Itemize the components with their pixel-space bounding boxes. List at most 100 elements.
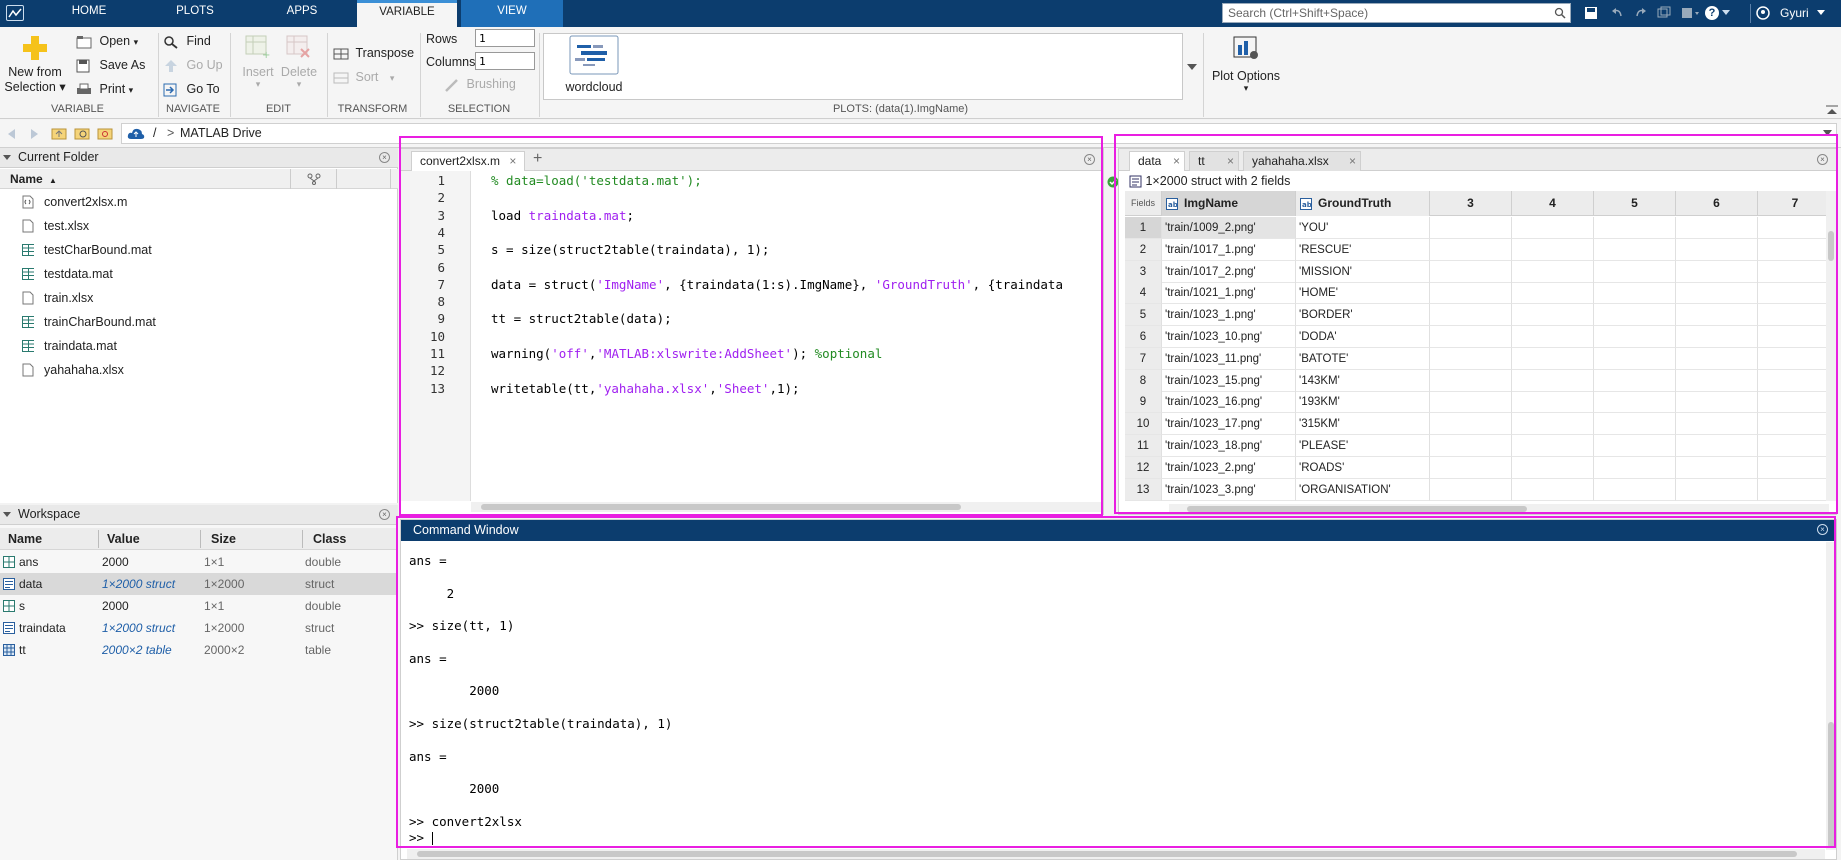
column-value[interactable]: Value — [107, 528, 140, 550]
column-size[interactable]: Size — [211, 528, 236, 550]
new-tab-button[interactable]: + — [533, 150, 542, 168]
save-as-button[interactable]: Save As — [76, 58, 145, 73]
empty-cell[interactable] — [1594, 347, 1676, 370]
empty-cell[interactable] — [1430, 326, 1512, 348]
empty-cell[interactable] — [1512, 391, 1594, 414]
close-tab-icon[interactable]: × — [509, 154, 516, 168]
command-vscrollbar[interactable] — [1826, 542, 1836, 850]
column-header[interactable]: ab GroundTruth — [1296, 191, 1430, 216]
row-header[interactable]: 6 — [1125, 326, 1162, 348]
panel-actions-icon[interactable]: × — [1084, 154, 1095, 165]
cell-imgname[interactable]: 'train/1023_18.png' — [1162, 435, 1296, 457]
browse-folder-icon[interactable] — [74, 126, 90, 140]
new-from-selection-button[interactable]: New from Selection ▾ — [4, 32, 66, 100]
cell-groundtruth[interactable]: 'ROADS' — [1296, 456, 1430, 479]
empty-cell[interactable] — [1758, 413, 1830, 436]
empty-cell[interactable] — [1758, 370, 1830, 392]
workspace-row[interactable]: traindata 1×2000 struct 1×2000 struct — [0, 617, 398, 639]
command-hscrollbar[interactable] — [407, 849, 1825, 859]
empty-cell[interactable] — [1512, 238, 1594, 261]
empty-cell[interactable] — [1676, 435, 1758, 457]
empty-cell[interactable] — [1512, 326, 1594, 348]
empty-cell[interactable] — [1594, 478, 1676, 501]
command-output[interactable]: ans = 2 >> size(tt, 1) ans = 2000 >> size(s… — [401, 542, 1821, 848]
empty-cell[interactable] — [1758, 435, 1830, 457]
rows-input[interactable] — [475, 29, 535, 47]
empty-cell[interactable] — [1676, 304, 1758, 327]
empty-cell[interactable] — [1594, 369, 1676, 392]
folder-list-item[interactable]: yahahaha.xlsx — [0, 358, 398, 382]
empty-cell[interactable] — [1594, 217, 1676, 239]
empty-cell[interactable] — [1512, 282, 1594, 305]
scroll-thumb[interactable] — [1828, 722, 1834, 848]
search-input[interactable]: Search (Ctrl+Shift+Space) — [1222, 3, 1571, 23]
search-folder-icon[interactable] — [97, 126, 113, 140]
scroll-thumb[interactable] — [481, 504, 961, 510]
row-header[interactable]: 4 — [1125, 282, 1162, 305]
sort-button[interactable]: Sort ▾ — [333, 70, 394, 85]
empty-cell[interactable] — [1430, 391, 1512, 414]
collapse-toolstrip-icon[interactable] — [1826, 105, 1838, 115]
empty-cell[interactable] — [1512, 413, 1594, 436]
undo-icon[interactable] — [1610, 6, 1624, 20]
cell-groundtruth[interactable]: 'BATOTE' — [1296, 347, 1430, 370]
git-branch-icon[interactable] — [307, 173, 321, 185]
empty-cell[interactable] — [1676, 369, 1758, 392]
column-class[interactable]: Class — [313, 528, 346, 550]
empty-cell[interactable] — [1430, 217, 1512, 239]
empty-cell[interactable] — [1430, 435, 1512, 457]
cell-groundtruth[interactable]: '193KM' — [1296, 391, 1430, 414]
scroll-thumb[interactable] — [1187, 506, 1527, 512]
collapse-icon[interactable] — [3, 512, 11, 518]
path-dropdown-icon[interactable] — [1823, 130, 1832, 137]
empty-cell[interactable] — [1594, 413, 1676, 436]
empty-cell[interactable] — [1430, 369, 1512, 392]
row-header[interactable]: 9 — [1125, 391, 1162, 414]
empty-cell[interactable] — [1676, 456, 1758, 479]
command-prompt[interactable]: >> — [409, 830, 433, 846]
panel-actions-icon[interactable]: × — [379, 152, 390, 163]
column-header[interactable]: 3 — [1430, 191, 1512, 216]
cell-groundtruth[interactable]: 'DODA' — [1296, 326, 1430, 348]
column-header[interactable]: 5 — [1594, 191, 1676, 216]
redo-icon[interactable] — [1634, 6, 1648, 20]
row-header[interactable]: 5 — [1125, 304, 1162, 327]
user-dropdown-icon[interactable] — [1817, 10, 1825, 16]
cell-imgname[interactable]: 'train/1023_16.png' — [1162, 391, 1296, 414]
empty-cell[interactable] — [1758, 457, 1830, 479]
empty-cell[interactable] — [1676, 347, 1758, 370]
row-header[interactable]: 10 — [1125, 413, 1162, 436]
scroll-thumb[interactable] — [417, 851, 1797, 857]
empty-cell[interactable] — [1430, 413, 1512, 436]
empty-cell[interactable] — [1512, 478, 1594, 501]
empty-cell[interactable] — [1512, 217, 1594, 239]
cell-groundtruth[interactable]: 'ORGANISATION' — [1296, 478, 1430, 501]
fields-corner[interactable]: Fields — [1125, 191, 1162, 216]
variables-vscrollbar[interactable] — [1826, 191, 1836, 501]
cell-groundtruth[interactable]: '315KM' — [1296, 413, 1430, 436]
path-folder-matlab-drive[interactable]: MATLAB Drive — [180, 126, 262, 140]
go-up-button[interactable]: Go Up — [163, 58, 223, 73]
empty-cell[interactable] — [1594, 435, 1676, 457]
empty-cell[interactable] — [1594, 456, 1676, 479]
empty-cell[interactable] — [1676, 260, 1758, 283]
workspace-row[interactable]: data 1×2000 struct 1×2000 struct — [0, 573, 398, 595]
row-header[interactable]: 12 — [1125, 456, 1162, 479]
empty-cell[interactable] — [1430, 456, 1512, 479]
row-header[interactable]: 11 — [1125, 435, 1162, 457]
plot-options-button[interactable]: Plot Options ▾ — [1206, 33, 1286, 93]
empty-cell[interactable] — [1512, 304, 1594, 327]
empty-cell[interactable] — [1758, 304, 1830, 327]
go-to-button[interactable]: Go To — [163, 82, 220, 97]
folder-list-item[interactable]: test.xlsx — [0, 214, 398, 238]
row-header[interactable]: 8 — [1125, 369, 1162, 392]
cell-groundtruth[interactable]: 'MISSION' — [1296, 260, 1430, 283]
variable-tab-yahahaha-xlsx[interactable]: yahahaha.xlsx × — [1243, 151, 1361, 171]
column-header[interactable]: ab ImgName — [1162, 191, 1296, 216]
empty-cell[interactable] — [1676, 282, 1758, 305]
cell-groundtruth[interactable]: 'PLEASE' — [1296, 435, 1430, 457]
cell-imgname[interactable]: 'train/1023_17.png' — [1162, 413, 1296, 436]
folder-list-item[interactable]: convert2xlsx.m — [0, 190, 398, 214]
folder-list-item[interactable]: testCharBound.mat — [0, 238, 398, 262]
empty-cell[interactable] — [1676, 391, 1758, 414]
